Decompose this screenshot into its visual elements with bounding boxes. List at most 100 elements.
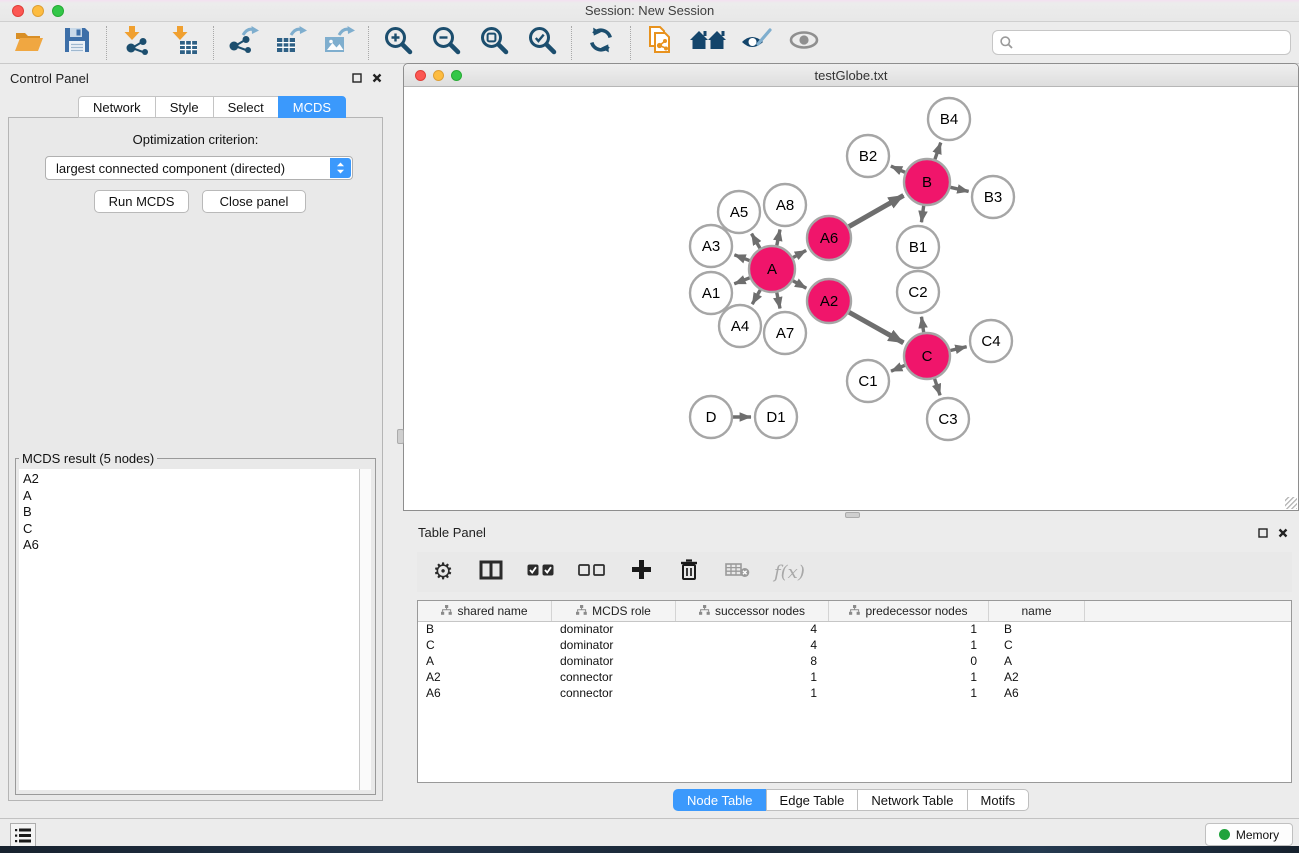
show-column-button[interactable] [479,558,503,586]
zoom-window-button[interactable] [52,5,64,17]
zoom-in-button[interactable] [379,25,417,61]
window-controls[interactable] [12,5,64,17]
column-header-shared-name[interactable]: shared name [418,601,552,621]
resize-corner[interactable] [1285,497,1297,509]
tab-motifs[interactable]: Motifs [967,789,1030,811]
edge-A-A4[interactable] [752,290,760,304]
table-row[interactable]: A6connector11A6 [418,686,1291,702]
vertical-splitter-grip[interactable] [397,429,404,444]
edge-A-A7[interactable] [777,293,780,309]
table-panel-title: Table Panel [418,525,486,540]
edge-C-C4[interactable] [950,347,966,351]
export-network-button[interactable] [224,25,262,61]
network-window-titlebar[interactable]: testGlobe.txt [404,64,1298,87]
edge-A-A2[interactable] [793,281,806,289]
tab-select[interactable]: Select [213,96,278,118]
edge-A-A6[interactable] [793,250,806,257]
save-session-button[interactable] [58,25,96,61]
edge-B-B3[interactable] [950,187,968,191]
network-zoom-button[interactable] [451,70,462,81]
result-item[interactable]: C [23,521,359,538]
search-field[interactable] [992,30,1291,55]
tab-edge-table[interactable]: Edge Table [766,789,858,811]
horizontal-splitter-grip[interactable] [845,512,860,518]
import-network-button[interactable] [117,25,155,61]
zoom-fit-icon [479,25,509,60]
column-header-predecessor-nodes[interactable]: predecessor nodes [829,601,989,621]
float-panel-icon[interactable] [1257,527,1269,539]
task-history-button[interactable] [10,823,36,847]
mcds-result-list[interactable]: A2ABCA6 [19,469,359,790]
home-button[interactable] [689,25,727,61]
search-input[interactable] [1018,33,1283,53]
close-panel-button[interactable]: Close panel [202,190,306,213]
create-column-button[interactable] [629,558,653,586]
edge-C-C3[interactable] [935,379,941,396]
criterion-select[interactable]: largest connected component (directed) [45,156,353,180]
edge-A2-C[interactable] [849,312,903,343]
result-item[interactable]: A2 [23,471,359,488]
minimize-window-button[interactable] [32,5,44,17]
table-row[interactable]: Cdominator41C [418,638,1291,654]
node-label-A7: A7 [776,325,794,342]
function-builder-button[interactable]: f(x) [774,558,805,586]
edge-A-A5[interactable] [752,234,760,249]
table-options-button[interactable]: ⚙ [431,558,455,586]
run-mcds-button[interactable]: Run MCDS [94,190,189,213]
result-item[interactable]: A6 [23,537,359,554]
select-all-columns-button[interactable] [527,558,554,586]
float-panel-icon[interactable] [351,72,363,84]
zoom-selected-button[interactable] [523,25,561,61]
close-window-button[interactable] [12,5,24,17]
table-row[interactable]: Bdominator41B [418,622,1291,638]
column-header-MCDS-role[interactable]: MCDS role [552,601,676,621]
memory-label: Memory [1236,828,1279,842]
delete-table-button[interactable] [725,558,750,586]
tab-network-table[interactable]: Network Table [857,789,966,811]
network-graph[interactable]: B4B2BB3A5A8A6A3B1AA1C2A2A4A7C4CC1C3DD1 [404,87,1298,510]
edge-C-C1[interactable] [891,365,905,371]
table-row[interactable]: Adominator80A [418,654,1291,670]
edge-A-A8[interactable] [777,229,780,245]
edge-B-B4[interactable] [935,143,941,160]
tab-mcds[interactable]: MCDS [278,96,346,118]
network-close-button[interactable] [415,70,426,81]
zoom-out-button[interactable] [427,25,465,61]
unselect-all-columns-button[interactable] [578,558,605,586]
network-canvas[interactable]: B4B2BB3A5A8A6A3B1AA1C2A2A4A7C4CC1C3DD1 [404,87,1298,510]
delete-columns-button[interactable] [677,558,701,586]
hide-details-button[interactable] [737,25,775,61]
node-label-B1: B1 [909,239,927,256]
result-item[interactable]: B [23,504,359,521]
export-image-button[interactable] [320,25,358,61]
edge-A-A1[interactable] [734,278,749,284]
refresh-layout-button[interactable] [582,25,620,61]
export-table-button[interactable] [272,25,310,61]
tab-node-table[interactable]: Node Table [673,789,766,811]
tab-style[interactable]: Style [155,96,213,118]
result-list-scrollbar[interactable] [359,469,371,790]
cell-name: A2 [989,670,1085,686]
close-panel-icon[interactable] [1277,527,1289,539]
cell-predecessor-nodes: 1 [829,686,989,702]
memory-button[interactable]: Memory [1205,823,1293,846]
table-row[interactable]: A2connector11A2 [418,670,1291,686]
edge-C-C2[interactable] [921,317,923,332]
network-minimize-button[interactable] [433,70,444,81]
node-label-A5: A5 [730,204,748,221]
zoom-fit-button[interactable] [475,25,513,61]
result-item[interactable]: A [23,488,359,505]
show-details-button[interactable] [785,25,823,61]
column-header-name[interactable]: name [989,601,1085,621]
edge-A6-B[interactable] [849,195,904,226]
edge-A-A3[interactable] [734,255,749,261]
node-table[interactable]: shared nameMCDS rolesuccessor nodesprede… [417,600,1292,783]
clone-network-button[interactable] [641,25,679,61]
tab-network[interactable]: Network [78,96,155,118]
open-session-button[interactable] [10,25,48,61]
import-table-button[interactable] [165,25,203,61]
close-panel-icon[interactable] [371,72,383,84]
edge-B-B2[interactable] [891,166,905,172]
column-header-successor-nodes[interactable]: successor nodes [676,601,829,621]
edge-B-B1[interactable] [921,206,923,222]
